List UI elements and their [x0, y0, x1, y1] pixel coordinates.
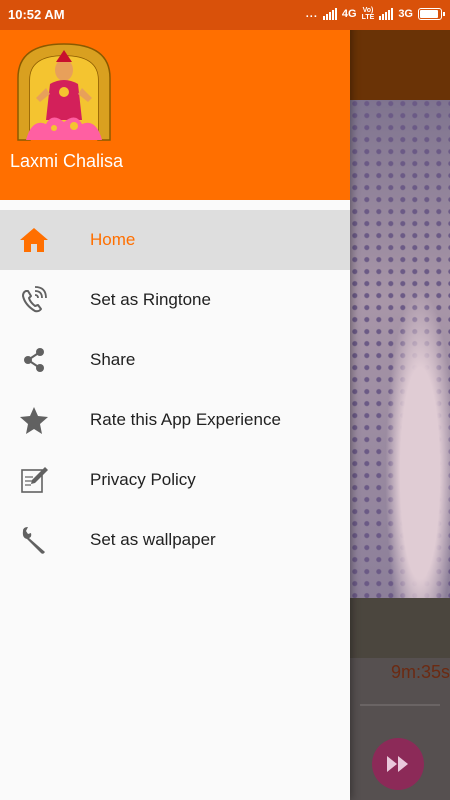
status-bar: 10:52 AM ... 4G Vo) LTE 3G — [0, 0, 450, 30]
menu-item-set-as-ringtone[interactable]: Set as Ringtone — [0, 270, 350, 330]
menu-item-label: Set as wallpaper — [90, 530, 216, 549]
menu-item-label: Rate this App Experience — [90, 410, 281, 429]
menu-item-rate-app[interactable]: Rate this App Experience — [0, 390, 350, 450]
edit-document-icon — [18, 465, 50, 495]
share-icon — [18, 345, 50, 375]
background-deity-image — [350, 100, 450, 598]
signal-icon — [322, 8, 337, 20]
status-time: 10:52 AM — [8, 7, 65, 22]
fast-forward-button[interactable] — [372, 738, 424, 790]
navigation-drawer: Laxmi Chalisa Home Set as Ringtone Share… — [0, 0, 350, 800]
status-indicators: ... 4G Vo) LTE 3G — [305, 7, 445, 21]
menu-item-home[interactable]: Home — [0, 210, 350, 270]
menu-item-label: Share — [90, 350, 136, 369]
menu-item-set-as-wallpaper[interactable]: Set as wallpaper — [0, 510, 350, 570]
drawer-header: Laxmi Chalisa — [0, 30, 350, 200]
background-strip — [350, 598, 450, 658]
menu-item-share[interactable]: Share — [0, 330, 350, 390]
player-timer: 9m:35s — [390, 662, 450, 682]
home-icon — [18, 225, 50, 255]
player-seekbar[interactable] — [360, 704, 440, 706]
fast-forward-icon — [387, 756, 408, 772]
menu-item-label: Home — [90, 230, 136, 249]
menu-item-label: Set as Ringtone — [90, 290, 211, 309]
phone-icon — [18, 285, 50, 315]
wrench-icon — [18, 525, 50, 555]
signal-icon-2 — [379, 8, 394, 20]
background-toolbar — [350, 30, 450, 100]
drawer-app-name: Laxmi Chalisa — [10, 151, 124, 171]
star-icon — [18, 405, 50, 435]
menu-item-privacy-policy[interactable]: Privacy Policy — [0, 450, 350, 510]
drawer-menu: Home Set as Ringtone Share Rate this App… — [0, 210, 350, 570]
background-app: 9m:35s — [350, 0, 450, 800]
network-type-2: 3G — [398, 8, 413, 20]
menu-item-label: Privacy Policy — [90, 470, 196, 489]
network-type-1: 4G — [341, 8, 357, 20]
battery-icon — [418, 8, 445, 20]
volte-indicator: Vo) LTE — [361, 7, 375, 21]
notification-dots: ... — [305, 8, 318, 20]
goddess-laxmi-image — [12, 40, 116, 142]
